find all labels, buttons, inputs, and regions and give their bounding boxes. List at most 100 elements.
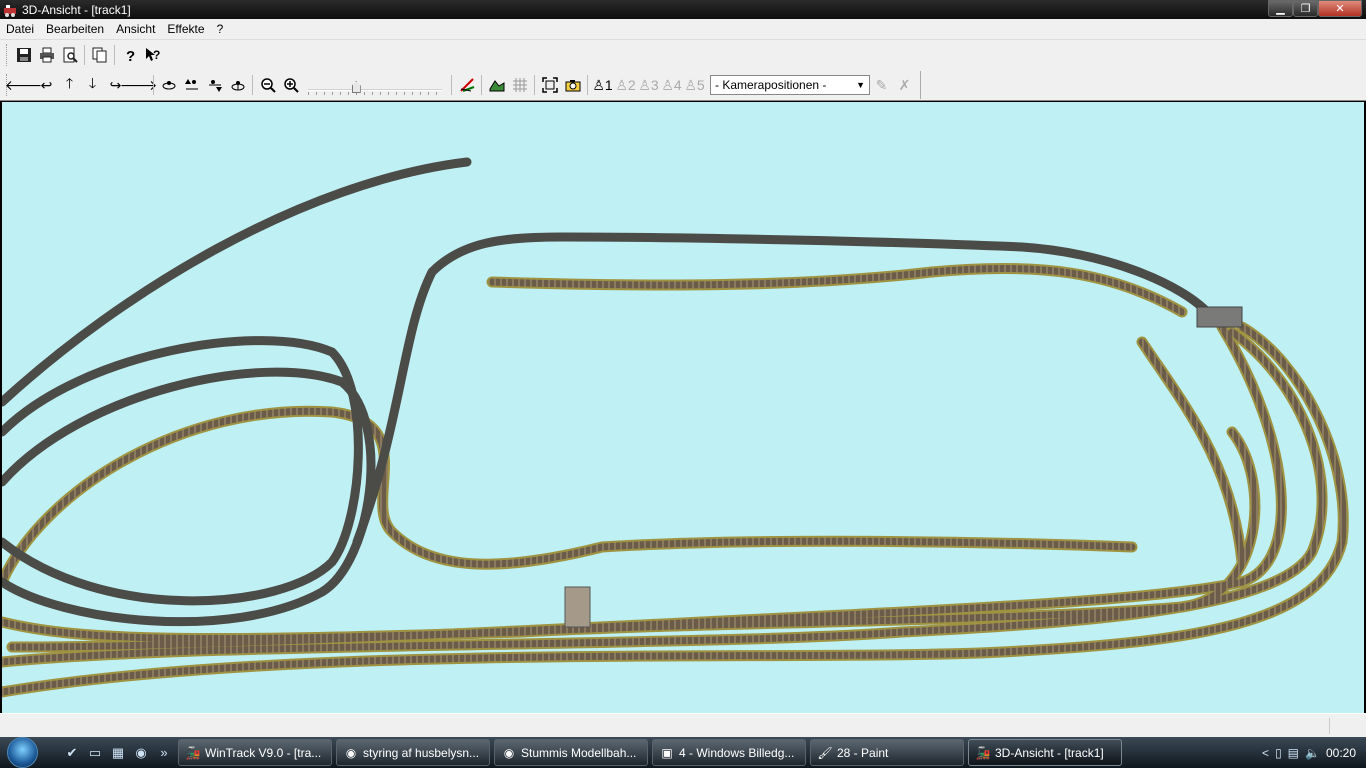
fit-view-button[interactable]	[538, 74, 561, 96]
toolbar-end	[920, 71, 921, 99]
context-help-button[interactable]: ?	[141, 44, 164, 66]
maximize-button[interactable]: ❐	[1293, 0, 1318, 17]
zoom-slider-thumb[interactable]	[351, 81, 361, 93]
arrow-up-icon: 🡑	[65, 75, 74, 91]
status-panel-divider	[1329, 718, 1330, 734]
taskbar-item-chrome-1[interactable]: ◉ styring af husbelysn...	[336, 739, 490, 766]
close-button[interactable]: ✕	[1318, 0, 1362, 17]
taskbar-item-paint[interactable]: 🖌 28 - Paint	[810, 739, 964, 766]
help-icon: ?	[126, 48, 135, 63]
track-layout-3d[interactable]	[2, 102, 1364, 713]
camera-4-button[interactable]: ♙ 4	[660, 74, 683, 96]
save-button[interactable]	[12, 44, 35, 66]
grid-button[interactable]	[508, 74, 531, 96]
camera-1-button[interactable]: ♙ 1	[591, 74, 614, 96]
menu-ansicht[interactable]: Ansicht	[110, 22, 161, 36]
landscape-button[interactable]	[485, 74, 508, 96]
chrome-icon: ◉	[345, 745, 357, 760]
show-desktop-icon[interactable]: ✔	[62, 743, 82, 763]
print-icon	[39, 47, 54, 63]
rotate-view-icon	[231, 81, 244, 91]
toolbar-separator	[252, 75, 253, 95]
camera-5-button[interactable]: ♙ 5	[683, 74, 706, 96]
minimize-button[interactable]: ▁	[1268, 0, 1293, 17]
explorer-icon[interactable]: ▦	[108, 743, 128, 763]
set-camera-button[interactable]: ✎	[870, 74, 893, 96]
copy-icon	[92, 47, 106, 63]
camera-3-label: 3	[650, 77, 659, 93]
taskbar-item-label: 28 - Paint	[837, 745, 889, 760]
tilt-up-button[interactable]	[180, 74, 203, 96]
device-icon[interactable]: ▯	[1275, 746, 1282, 760]
tilt-down-button[interactable]	[203, 74, 226, 96]
print-preview-button[interactable]	[58, 44, 81, 66]
network-icon[interactable]: ▤	[1288, 746, 1299, 760]
camera-set-icon: ✎	[875, 76, 888, 93]
toolbar-separator	[84, 45, 85, 65]
rotate-view-button[interactable]	[226, 74, 249, 96]
toolbar-grip[interactable]	[6, 44, 9, 66]
toolbar-separator	[587, 75, 588, 95]
chrome-icon[interactable]: ◉	[131, 743, 151, 763]
clock[interactable]: 00:20	[1326, 746, 1356, 760]
camera-2-label: 2	[627, 77, 636, 93]
move-left-button[interactable]: 🡐	[5, 74, 43, 96]
paint-icon: 🖌	[817, 745, 833, 760]
menu-bearbeiten[interactable]: Bearbeiten	[40, 22, 110, 36]
menu-datei[interactable]: Datei	[0, 22, 40, 36]
tilt-up-icon	[184, 79, 198, 90]
3d-viewport[interactable]	[2, 102, 1364, 713]
taskbar-item-wintrack[interactable]: 🚂 WinTrack V9.0 - [tra...	[178, 739, 332, 766]
zoom-in-button[interactable]	[279, 74, 302, 96]
taskbar-item-3d-view[interactable]: 🚂 3D-Ansicht - [track1]	[968, 739, 1122, 766]
toolbar-separator	[114, 45, 115, 65]
print-preview-icon	[63, 47, 78, 63]
delete-camera-button[interactable]: ✗	[893, 74, 916, 96]
camera-person-icon: ♙	[592, 76, 605, 93]
print-button[interactable]	[35, 44, 58, 66]
view-toolbar: 🡐 ↩ 🡑 🡓 ↪ 🡒 ♙ 1 ♙ 2 ♙ 3 ♙ 4 ♙ 5 - Kamera…	[0, 70, 1366, 101]
snapshot-button[interactable]	[561, 74, 584, 96]
taskbar-item-label: 4 - Windows Billedg...	[679, 745, 795, 760]
start-button[interactable]	[0, 737, 46, 768]
toolbar-separator	[153, 75, 154, 95]
toolbar-separator	[534, 75, 535, 95]
title-bar: 3D-Ansicht - [track1] ▁ ❐ ✕	[0, 0, 1366, 19]
camera-1-label: 1	[604, 77, 613, 93]
zoom-slider[interactable]	[308, 74, 442, 96]
menu-bar: Datei Bearbeiten Ansicht Effekte ?	[0, 19, 1366, 40]
quick-launch-more-icon[interactable]: »	[154, 743, 174, 763]
help-button[interactable]: ?	[118, 44, 141, 66]
move-up-button[interactable]: 🡑	[58, 74, 81, 96]
taskbar-item-photo-gallery[interactable]: ▣ 4 - Windows Billedg...	[652, 739, 806, 766]
close-icon: ✕	[1335, 3, 1345, 15]
arrow-right-icon: 🡒	[119, 76, 158, 93]
menu-effekte[interactable]: Effekte	[161, 22, 210, 36]
grid-icon	[512, 78, 527, 92]
landscape-icon	[489, 80, 504, 92]
zoom-out-button[interactable]	[256, 74, 279, 96]
track-rails	[2, 264, 1347, 696]
orbit-button[interactable]	[157, 74, 180, 96]
camera-position-select[interactable]: - Kamerapositionen - ▼	[710, 75, 870, 95]
taskbar-item-chrome-2[interactable]: ◉ Stummis Modellbah...	[494, 739, 648, 766]
camera-5-label: 5	[696, 77, 705, 93]
train-tool-button[interactable]	[455, 74, 478, 96]
switch-windows-icon[interactable]: ▭	[85, 743, 105, 763]
arrow-down-icon: 🡓	[88, 75, 97, 91]
tilt-down-icon	[208, 80, 222, 92]
tray-expand-icon[interactable]: <	[1262, 746, 1269, 760]
move-right-button[interactable]: 🡒	[120, 74, 158, 96]
volume-icon[interactable]: 🔈	[1305, 746, 1320, 760]
camera-4-label: 4	[673, 77, 682, 93]
copy-button[interactable]	[88, 44, 111, 66]
bridge-south	[564, 586, 591, 628]
turn-left-button[interactable]: ↩	[35, 74, 58, 96]
menu-help[interactable]: ?	[211, 22, 230, 36]
camera-2-button[interactable]: ♙ 2	[614, 74, 637, 96]
photo-gallery-icon: ▣	[661, 745, 673, 760]
chrome-icon: ◉	[503, 745, 515, 760]
camera-3-button[interactable]: ♙ 3	[637, 74, 660, 96]
move-down-button[interactable]: 🡓	[81, 74, 104, 96]
zoom-out-icon	[260, 78, 276, 93]
